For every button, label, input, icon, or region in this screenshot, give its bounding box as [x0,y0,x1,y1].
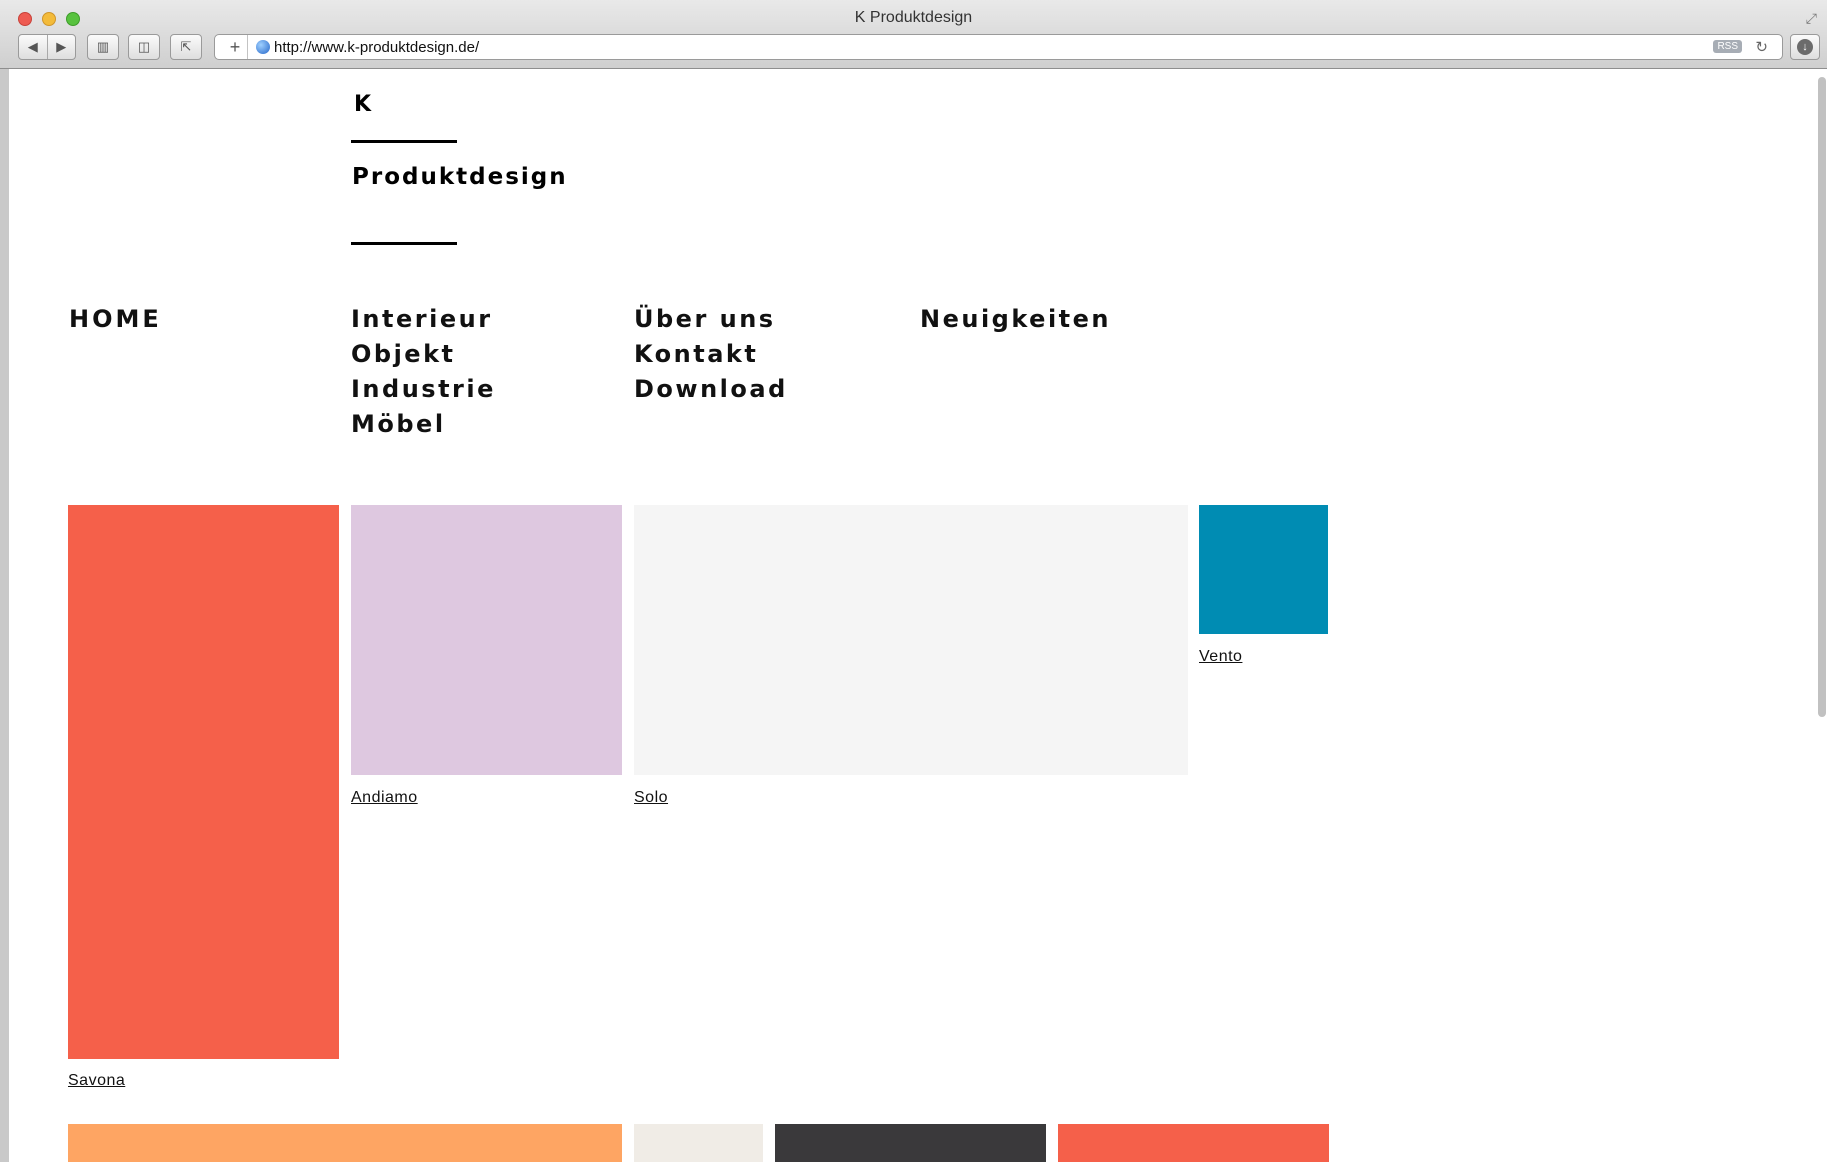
nav-link-neuigkeiten[interactable]: Neuigkeiten [920,302,1111,337]
nav-link-interieur[interactable]: Interieur [351,302,496,337]
fullscreen-icon[interactable]: ⤢ [1806,10,1817,27]
caption-andiamo[interactable]: Andiamo [351,789,418,807]
nav-link-ueber-uns[interactable]: Über uns [634,302,788,337]
nav-link-kontakt[interactable]: Kontakt [634,337,788,372]
forward-icon[interactable]: ▶ [48,39,76,55]
rss-icon[interactable]: RSS [1713,40,1742,53]
window-title: K Produktdesign [854,9,973,26]
logo-rule-top [351,140,457,143]
reader-icon: ◫ [137,39,151,54]
nav-company: Über uns Kontakt Download [634,302,788,407]
logo-letter[interactable]: K [354,92,373,117]
share-button[interactable]: ⇱ [170,34,202,60]
caption-savona[interactable]: Savona [68,1072,125,1090]
tile-row2-3[interactable] [775,1124,1046,1162]
logo-wordmark[interactable]: Produktdesign [352,164,568,190]
nav-link-objekt[interactable]: Objekt [351,337,496,372]
scrollbar-thumb[interactable] [1818,77,1826,717]
logo-rule-bottom [351,242,457,245]
tile-row2-1[interactable] [68,1124,622,1162]
url-text[interactable]: http://www.k-produktdesign.de/ [274,39,479,56]
share-icon: ⇱ [180,39,192,54]
tile-row2-4[interactable] [1058,1124,1329,1162]
caption-vento[interactable]: Vento [1199,648,1242,666]
tile-vento[interactable] [1199,505,1328,634]
bookmarks-button[interactable]: ▥ [87,34,119,60]
browser-toolbar: K Produktdesign ⤢ ◀ ▶ ▥ ◫ ⇱ + http://www… [0,0,1827,69]
nav-link-download[interactable]: Download [634,372,788,407]
back-forward-group: ◀ ▶ [18,34,76,60]
tile-savona[interactable] [68,505,339,1059]
caption-solo[interactable]: Solo [634,789,668,807]
nav-link-moebel[interactable]: Möbel [351,407,496,442]
bookmarks-icon: ▥ [96,39,110,54]
downloads-button[interactable]: ↓ [1790,34,1820,60]
add-icon[interactable]: + [223,35,248,59]
page-viewport: K Produktdesign HOME Interieur Objekt In… [9,69,1827,1162]
download-icon: ↓ [1797,39,1813,55]
tile-solo[interactable] [634,505,1188,775]
tile-row2-2[interactable] [634,1124,763,1162]
reader-button[interactable]: ◫ [128,34,160,60]
globe-icon [256,40,270,54]
back-icon[interactable]: ◀ [19,39,47,55]
nav-categories: Interieur Objekt Industrie Möbel [351,302,496,442]
reload-icon[interactable]: ↻ [1755,38,1768,56]
tile-andiamo[interactable] [351,505,622,775]
nav-link-industrie[interactable]: Industrie [351,372,496,407]
nav-home-link[interactable]: HOME [69,302,162,337]
address-bar[interactable]: + http://www.k-produktdesign.de/ RSS ↻ [214,34,1783,60]
